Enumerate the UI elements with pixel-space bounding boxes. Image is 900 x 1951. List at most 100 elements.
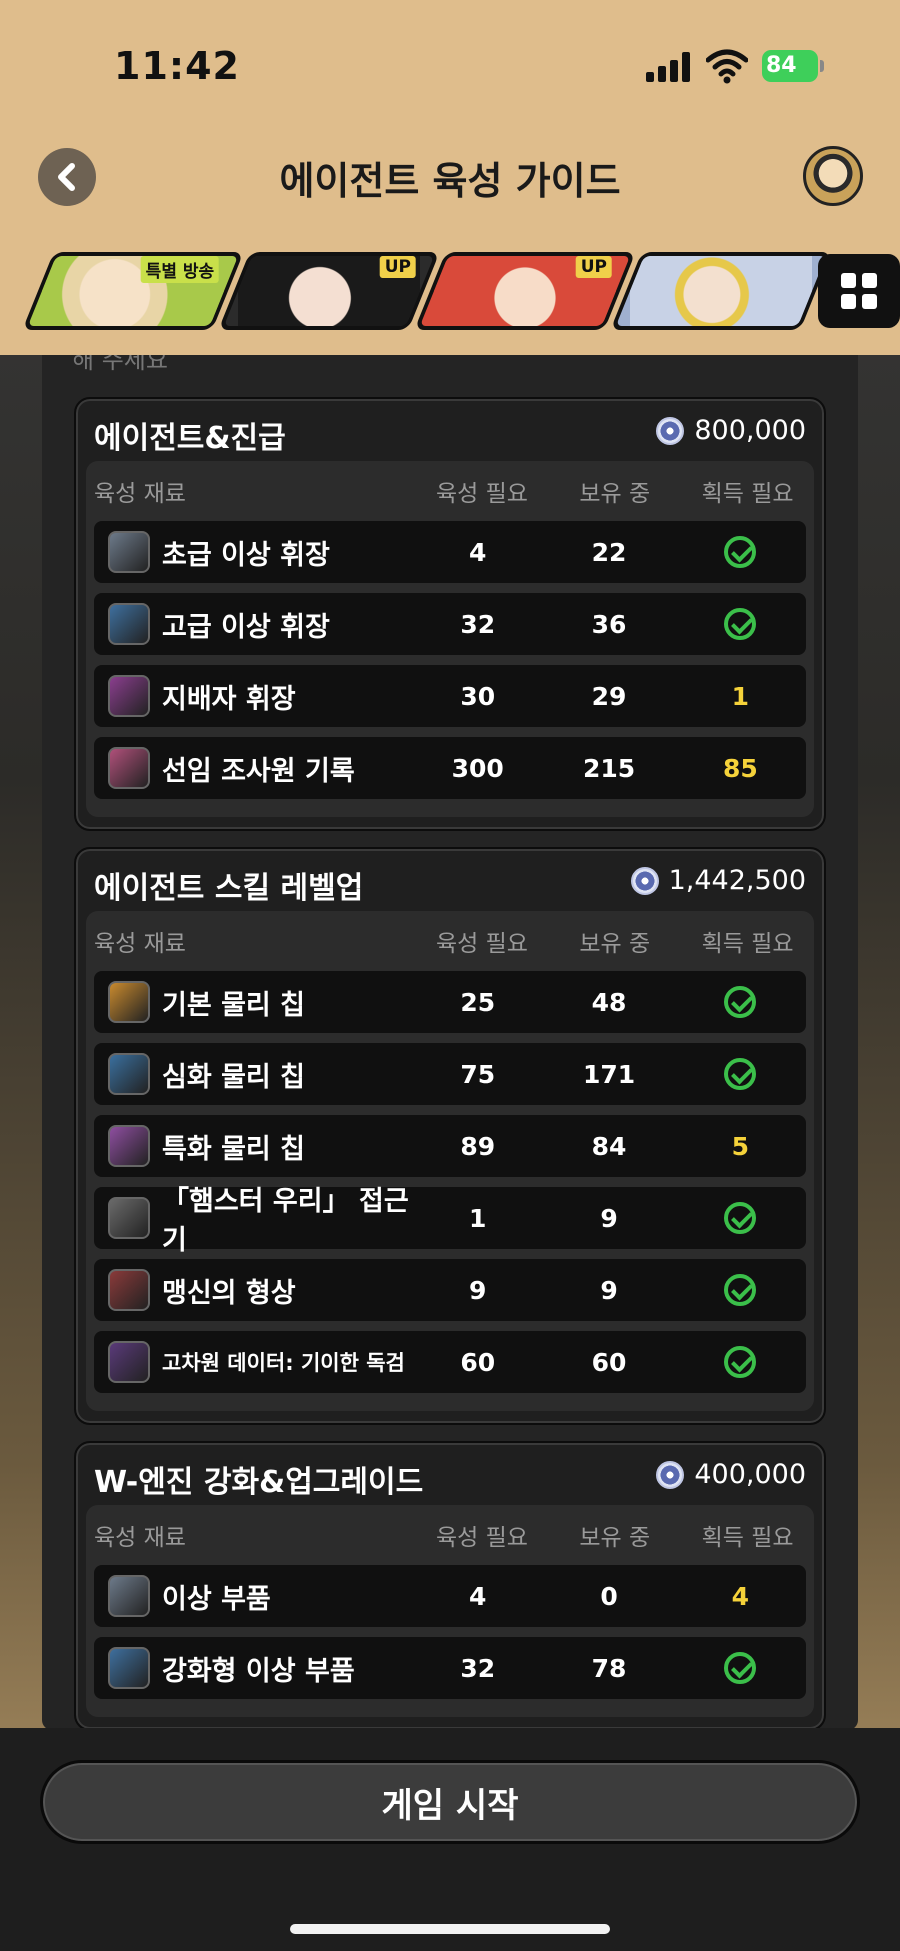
material-name: 이상 부품 [162,1583,271,1615]
agent-badge: 특별 방송 [140,256,219,283]
material-row[interactable]: 심화 물리 칩 75 171 [94,1043,806,1105]
material-icon [108,1269,150,1311]
check-icon [724,608,757,640]
material-cell: 지배자 휘장 [94,675,412,717]
materials-table: 육성 재료 육성 필요 보유 중 획득 필요 기본 물리 칩 25 48 심화 물리 칩 75 1… [86,911,814,1411]
grid-view-button[interactable] [818,254,900,328]
required-count: 300 [451,753,504,783]
material-name: 강화형 이상 부품 [162,1655,355,1687]
material-cell: 맹신의 형상 [94,1269,412,1311]
nav-bar: 에이전트 육성 가이드 [0,130,900,230]
required-count: 4 [469,1581,487,1611]
agent-card-2[interactable]: UP [218,252,440,330]
owned-count: 78 [591,1653,627,1683]
owned-count: 29 [591,681,627,711]
material-icon [108,1197,150,1239]
agent-badge: UP [575,256,612,278]
owned-count: 9 [600,1275,618,1305]
needed-status [675,1652,806,1684]
check-icon [724,1202,757,1234]
bottom-bar: 게임 시작 [0,1728,900,1951]
material-cell: 고급 이상 휘장 [94,603,412,645]
material-name: 고차원 데이터: 기이한 독검 [162,1351,405,1375]
material-row[interactable]: 강화형 이상 부품 32 78 [94,1637,806,1699]
needed-status [675,1346,806,1378]
material-row[interactable]: 초급 이상 휘장 4 22 [94,521,806,583]
material-row[interactable]: 기본 물리 칩 25 48 [94,971,806,1033]
profile-avatar[interactable] [803,146,863,206]
agent-card-4[interactable] [610,252,832,330]
guide-section: 에이전트&진급 800,000 육성 재료 육성 필요 보유 중 획득 필요 초급 이상 휘… [74,397,826,831]
col-owned: 보유 중 [579,931,651,957]
material-cell: 초급 이상 휘장 [94,531,412,573]
needed-status [675,536,806,568]
material-cell: 선임 조사원 기록 [94,747,412,789]
material-name: 「햄스터 우리」 접근기 [162,1186,409,1256]
status-time: 11:42 [114,44,240,88]
section-cost: 800,000 [656,415,806,446]
material-icon [108,981,150,1023]
page-title: 에이전트 육성 가이드 [279,159,621,203]
material-row[interactable]: 선임 조사원 기록 300 215 85 [94,737,806,799]
dennies-coin-icon [630,866,659,895]
material-cell: 심화 물리 칩 [94,1053,412,1095]
status-bar: 11:42 84 [0,0,900,130]
col-required: 육성 필요 [435,931,528,957]
material-cell: 기본 물리 칩 [94,981,412,1023]
required-count: 4 [469,537,487,567]
agent-card-1[interactable]: 특별 방송 [22,252,244,330]
material-row[interactable]: 이상 부품 4 0 4 [94,1565,806,1627]
home-indicator [290,1924,610,1934]
col-needed: 획득 필요 [701,1525,794,1551]
required-count: 89 [460,1131,496,1161]
material-row[interactable]: 「햄스터 우리」 접근기 1 9 [94,1186,806,1256]
owned-count: 22 [591,537,627,567]
owned-count: 0 [600,1581,618,1611]
material-icon [108,1647,150,1689]
check-icon [724,1346,757,1378]
required-count: 25 [460,987,496,1017]
col-needed: 획득 필요 [701,931,794,957]
material-row[interactable]: 맹신의 형상 9 9 [94,1259,806,1321]
material-cell: 「햄스터 우리」 접근기 [94,1179,412,1257]
check-icon [724,986,757,1018]
required-count: 9 [469,1275,487,1305]
battery-level: 84 [766,53,797,78]
col-material: 육성 재료 [94,931,186,957]
required-count: 30 [460,681,496,711]
game-start-button[interactable]: 게임 시작 [40,1760,860,1844]
material-row[interactable]: 특화 물리 칩 89 84 5 [94,1115,806,1177]
material-icon [108,1125,150,1167]
check-icon [724,1058,757,1090]
owned-count: 84 [591,1131,627,1161]
section-header: W-엔진 강화&업그레이드 400,000 [76,1443,824,1505]
required-count: 60 [460,1347,496,1377]
material-row[interactable]: 고급 이상 휘장 32 36 [94,593,806,655]
material-icon [108,1341,150,1383]
section-cost: 1,442,500 [630,865,806,896]
grid-icon [841,273,877,309]
agent-badge: UP [379,256,416,278]
material-cell: 이상 부품 [94,1575,412,1617]
needed-count: 85 [722,753,758,783]
material-cell: 강화형 이상 부품 [94,1647,412,1689]
material-row[interactable]: 지배자 휘장 30 29 1 [94,665,806,727]
needed-status [675,608,806,640]
material-name: 지배자 휘장 [162,683,296,715]
material-icon [108,531,150,573]
material-cell: 고차원 데이터: 기이한 독검 [94,1341,412,1383]
material-icon [108,675,150,717]
material-icon [108,1053,150,1095]
material-row[interactable]: 고차원 데이터: 기이한 독검 60 60 [94,1331,806,1393]
required-count: 32 [460,609,496,639]
material-name: 맹신의 형상 [162,1277,296,1309]
col-material: 육성 재료 [94,481,186,507]
dennies-coin-icon [656,1460,685,1489]
col-needed: 획득 필요 [701,481,794,507]
section-header: 에이전트&진급 800,000 [76,399,824,461]
col-owned: 보유 중 [579,1525,651,1551]
agent-card-3[interactable]: UP [414,252,636,330]
col-owned: 보유 중 [579,481,651,507]
owned-count: 9 [600,1203,618,1233]
guide-section: W-엔진 강화&업그레이드 400,000 육성 재료 육성 필요 보유 중 획득 필요 이… [74,1441,826,1731]
